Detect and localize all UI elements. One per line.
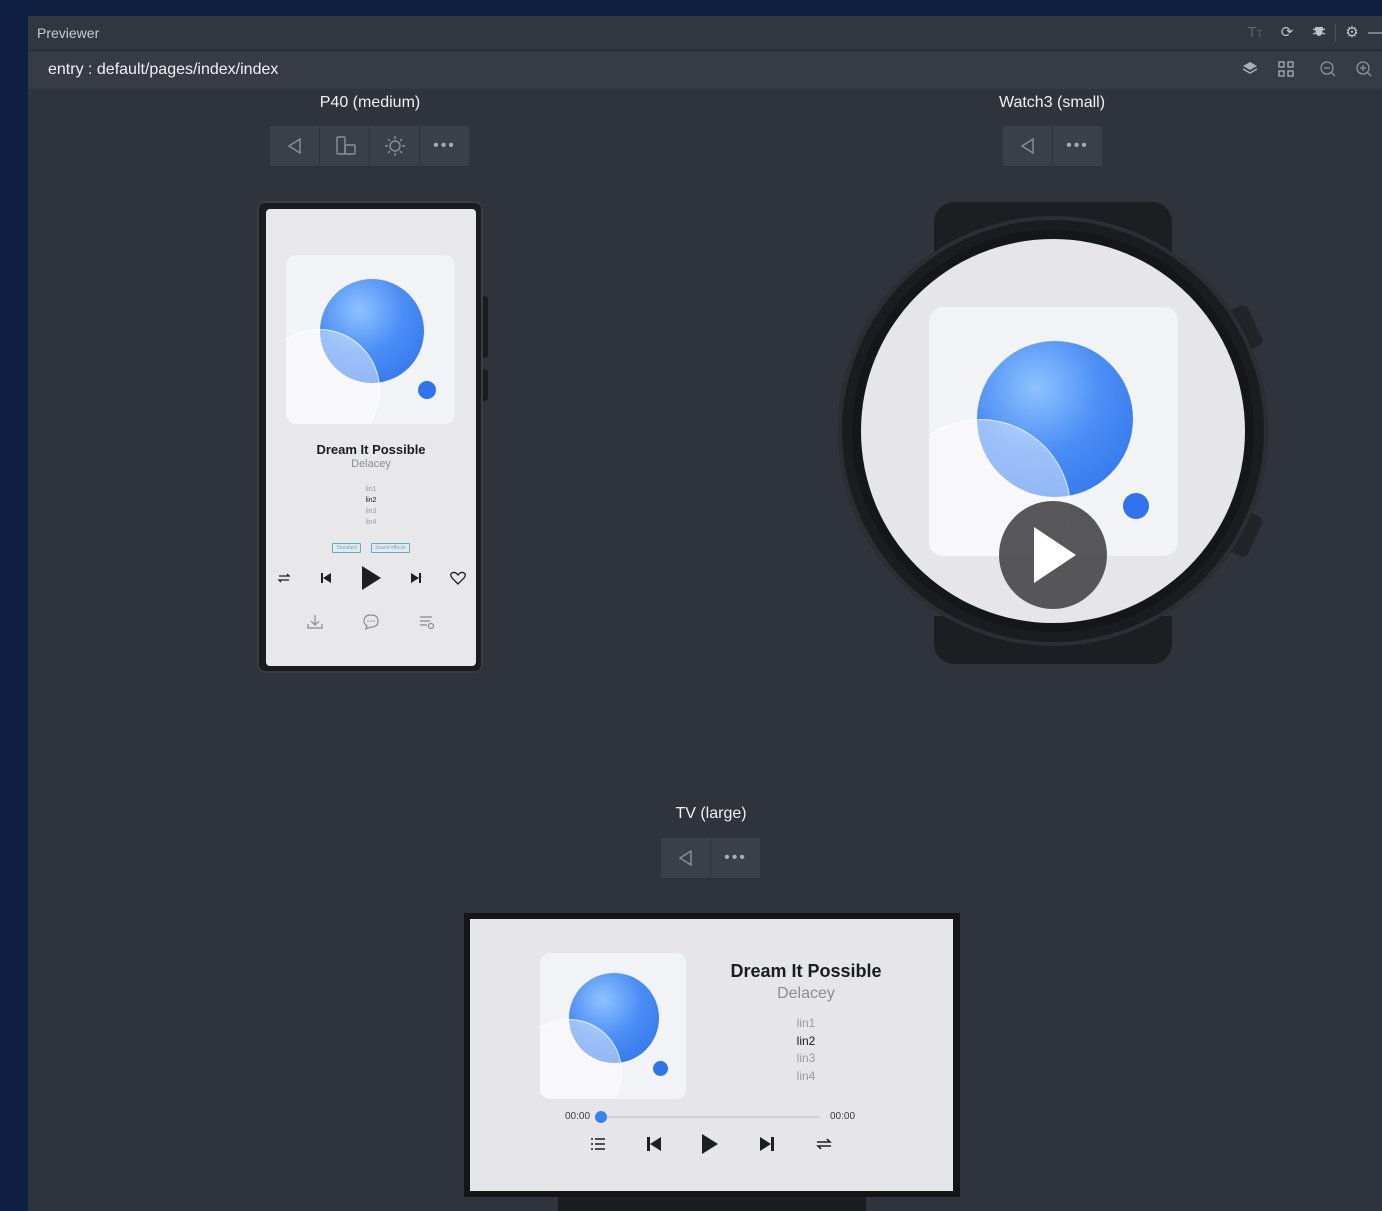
more-icon: •••: [433, 137, 456, 154]
tv-toolbar: •••: [661, 838, 760, 878]
song-artist: Delacey: [351, 458, 391, 470]
zoom-in-icon[interactable]: [1346, 60, 1382, 84]
bug-icon[interactable]: [1303, 23, 1335, 43]
next-icon[interactable]: [759, 1136, 775, 1152]
favorite-icon[interactable]: [450, 571, 466, 585]
previous-icon[interactable]: [320, 572, 332, 584]
playlist-icon[interactable]: [418, 614, 436, 630]
page-path: entry : default/pages/index/index: [48, 61, 279, 78]
sound-tags: Standard Sound effects: [266, 536, 476, 554]
tv-stand: [558, 1197, 866, 1211]
watch-more-button[interactable]: •••: [1053, 126, 1102, 166]
current-time: 00:00: [565, 1111, 591, 1122]
watch-play-button[interactable]: [999, 501, 1107, 609]
tv-frame: Dream It Possible Delacey lin1 lin2 lin3…: [464, 913, 960, 1211]
phone-brightness-button[interactable]: [370, 126, 420, 166]
page-path-bar: entry : default/pages/index/index: [28, 51, 1382, 89]
album-art: [540, 953, 686, 1099]
lyrics-list: lin1 lin2 lin3 lin4: [706, 1015, 906, 1085]
phone-side-button: [483, 369, 488, 401]
title-toolbar: TT ⟳ ⚙ —: [1239, 23, 1382, 43]
album-dot: [1123, 493, 1149, 519]
back-icon: [287, 137, 301, 155]
comment-icon[interactable]: [362, 613, 380, 631]
tv-playback-controls: [590, 1133, 834, 1155]
tag-standard[interactable]: Standard: [332, 543, 361, 553]
progress-knob[interactable]: [595, 1111, 607, 1123]
lyric-line: lin4: [796, 1068, 816, 1083]
lyric-line: lin3: [796, 1051, 816, 1065]
album-art: [286, 255, 455, 424]
back-icon: [678, 849, 692, 867]
phone-more-button[interactable]: •••: [420, 126, 469, 166]
lyric-line: lin1: [365, 486, 377, 493]
song-artist: Delacey: [777, 985, 835, 1002]
more-icon: •••: [1066, 137, 1089, 154]
repeat-icon[interactable]: [814, 1136, 834, 1152]
path-toolbar: [1232, 60, 1382, 84]
rotate-icon: [335, 136, 356, 155]
watch-toolbar: •••: [1003, 126, 1102, 166]
play-icon[interactable]: [360, 565, 382, 591]
playlist-icon[interactable]: [590, 1137, 606, 1151]
phone-secondary-controls: [306, 612, 436, 632]
zoom-out-icon[interactable]: [1310, 60, 1346, 84]
album-dot: [653, 1061, 668, 1076]
tv-screen: Dream It Possible Delacey lin1 lin2 lin3…: [470, 919, 953, 1191]
tv-more-button[interactable]: •••: [711, 838, 760, 878]
lyric-line-active: lin2: [365, 497, 377, 504]
lyric-line-active: lin2: [796, 1033, 816, 1048]
brightness-icon: [384, 136, 405, 156]
settings-icon[interactable]: ⚙: [1336, 23, 1368, 43]
total-time: 00:00: [830, 1111, 856, 1122]
more-icon: •••: [724, 849, 747, 866]
phone-frame: Dream It Possible Delacey lin1 lin2 lin3…: [257, 201, 488, 673]
window-title: Previewer: [37, 25, 100, 41]
lyrics-list: lin1 lin2 lin3 lin4: [266, 484, 476, 528]
phone-toolbar: •••: [270, 126, 469, 166]
watch-device-title: Watch3 (small): [998, 94, 1106, 111]
minimize-icon[interactable]: —: [1368, 23, 1382, 43]
phone-back-button[interactable]: [270, 126, 320, 166]
previewer-window: Previewer TT ⟳ ⚙ — entry : default/pages…: [28, 16, 1382, 1211]
repeat-icon[interactable]: [276, 571, 292, 585]
next-icon[interactable]: [410, 572, 422, 584]
layers-icon[interactable]: [1232, 60, 1268, 84]
lyric-line: lin1: [796, 1016, 816, 1030]
tv-device-title: TV (large): [675, 805, 747, 822]
refresh-icon[interactable]: ⟳: [1271, 23, 1303, 43]
download-icon[interactable]: [306, 614, 324, 630]
lyric-line: lin3: [365, 508, 377, 515]
watch-back-button[interactable]: [1003, 126, 1053, 166]
font-size-icon[interactable]: TT: [1239, 23, 1271, 43]
progress-track[interactable]: [601, 1116, 820, 1118]
tv-back-button[interactable]: [661, 838, 711, 878]
album-dot: [418, 381, 436, 399]
title-bar: Previewer TT ⟳ ⚙ —: [28, 16, 1382, 51]
play-icon: [1034, 527, 1076, 583]
phone-device-title: P40 (medium): [319, 94, 421, 111]
phone-playback-controls: [276, 564, 466, 592]
play-icon[interactable]: [701, 1133, 719, 1155]
multi-device-icon[interactable]: [1268, 60, 1304, 84]
phone-screen: Dream It Possible Delacey lin1 lin2 lin3…: [266, 209, 476, 666]
tag-sound-effects[interactable]: Sound effects: [371, 543, 410, 553]
back-icon: [1020, 137, 1034, 155]
previous-icon[interactable]: [646, 1136, 662, 1152]
phone-side-button: [483, 296, 488, 358]
lyric-line: lin4: [365, 519, 377, 526]
song-title: Dream It Possible: [730, 961, 882, 981]
song-title: Dream It Possible: [316, 442, 426, 457]
phone-rotate-button[interactable]: [320, 126, 370, 166]
